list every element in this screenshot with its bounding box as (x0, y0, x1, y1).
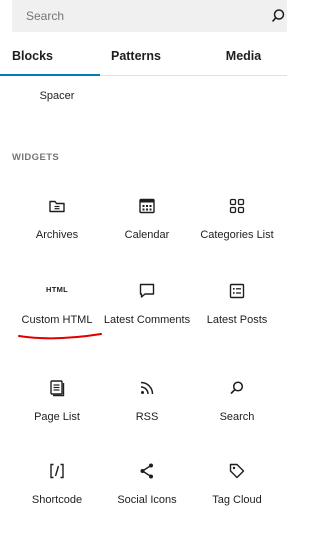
calendar-icon (139, 198, 155, 214)
block-rss[interactable]: RSS (102, 378, 192, 425)
block-label: Archives (35, 229, 79, 241)
shortcode-icon (50, 463, 64, 479)
block-label: Calendar (124, 229, 170, 241)
block-label: Search (219, 411, 255, 423)
block-label: RSS (135, 411, 159, 423)
search-input[interactable] (26, 7, 256, 25)
tab-blocks[interactable]: Blocks (0, 38, 100, 76)
comment-icon (139, 283, 155, 298)
search-icon (230, 381, 244, 395)
annotation-underline (18, 333, 102, 340)
search-box[interactable] (12, 0, 287, 32)
block-spacer[interactable]: Spacer (12, 90, 102, 102)
block-custom-html[interactable]: HTML Custom HTML (12, 281, 102, 328)
block-label: Custom HTML (21, 314, 93, 326)
latest-posts-icon (229, 283, 245, 299)
block-label: Tag Cloud (212, 494, 262, 506)
archives-icon (49, 200, 65, 213)
block-archives[interactable]: Archives (12, 196, 102, 243)
block-label: Shortcode (31, 494, 83, 506)
block-label: Latest Posts (206, 314, 268, 326)
block-label: Categories List (200, 229, 274, 241)
block-shortcode[interactable]: Shortcode (12, 461, 102, 508)
share-icon (140, 463, 153, 479)
tab-media[interactable]: Media (200, 38, 287, 76)
page-list-icon (50, 380, 65, 397)
block-social-icons[interactable]: Social Icons (102, 461, 192, 508)
block-latest-comments[interactable]: Latest Comments (102, 281, 192, 328)
section-title-widgets: WIDGETS (12, 152, 60, 163)
inserter-tabs: Blocks Patterns Media (0, 38, 287, 76)
block-label: Page List (34, 411, 80, 423)
block-label: Social Icons (117, 494, 177, 506)
categories-icon (229, 198, 245, 214)
block-label: Latest Comments (103, 314, 191, 326)
active-tab-indicator (0, 74, 100, 76)
search-bar (0, 0, 287, 32)
block-categories-list[interactable]: Categories List (192, 196, 282, 243)
block-search[interactable]: Search (192, 378, 282, 425)
block-latest-posts[interactable]: Latest Posts (192, 281, 282, 328)
block-page-list[interactable]: Page List (12, 378, 102, 425)
block-calendar[interactable]: Calendar (102, 196, 192, 243)
html-icon: HTML (45, 285, 69, 294)
tab-patterns[interactable]: Patterns (100, 38, 172, 76)
rss-icon (140, 381, 154, 395)
tag-icon (229, 463, 245, 479)
search-icon[interactable] (272, 8, 288, 24)
block-tag-cloud[interactable]: Tag Cloud (192, 461, 282, 508)
